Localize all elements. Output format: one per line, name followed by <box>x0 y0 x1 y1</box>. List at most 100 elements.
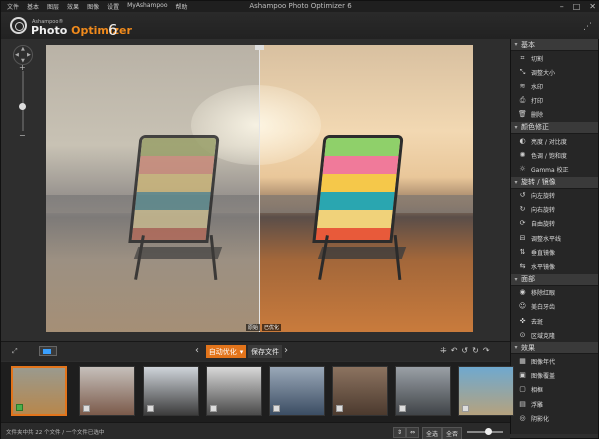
thumbnail[interactable] <box>143 366 199 416</box>
menu-item[interactable]: 图像 <box>87 2 99 11</box>
checkbox-icon[interactable] <box>83 405 90 412</box>
thumbnail[interactable] <box>395 366 451 416</box>
beach-chair-optimized <box>308 135 408 281</box>
menu-item[interactable]: 效果 <box>67 2 79 11</box>
compare-divider[interactable] <box>259 45 260 332</box>
thumbnail[interactable] <box>269 366 325 416</box>
tool-item[interactable]: ⇅ 垂直镜像 <box>511 245 598 259</box>
app-logo-icon <box>10 17 27 34</box>
section-title: 颜色修正 <box>521 123 549 132</box>
tool-item[interactable]: ✜ 去斑 <box>511 314 598 328</box>
tool-item[interactable]: ☼ Gamma 校正 <box>511 162 598 176</box>
tool-item[interactable]: ⊙ 区域克隆 <box>511 328 598 342</box>
pan-left-icon[interactable]: ◀ <box>15 52 19 58</box>
chevron-down-icon: ▾ <box>514 275 518 283</box>
section-title: 效果 <box>521 343 535 352</box>
section-header[interactable]: ▾ 旋转 / 镜像 <box>511 176 598 189</box>
chair-back <box>312 135 404 243</box>
checkbox-icon[interactable] <box>462 405 469 412</box>
chair-seat <box>317 247 407 259</box>
menu-item[interactable]: 图层 <box>47 2 59 11</box>
next-image-icon[interactable]: › <box>284 345 288 356</box>
section-title: 面部 <box>521 275 535 284</box>
swap-icon[interactable]: ⇔ <box>406 427 420 438</box>
tool-item[interactable]: ▢ 相框 <box>511 383 598 397</box>
previous-image-icon[interactable]: ‹ <box>195 345 199 356</box>
rotate-right-quick-icon[interactable]: ↻ <box>472 346 479 355</box>
tool-item[interactable]: ◎ 阴影化 <box>511 411 598 425</box>
thumbnail-size-slider[interactable] <box>467 428 503 435</box>
menu-item[interactable]: 设置 <box>107 2 119 11</box>
section-header[interactable]: ▾ 基本 <box>511 39 598 51</box>
checkbox-icon[interactable] <box>210 405 217 412</box>
pan-pad[interactable]: ▲ ▼ ◀ ▶ <box>13 45 33 65</box>
tool-item[interactable]: ⎙ 打印 <box>511 94 598 108</box>
select-all-button[interactable]: 全选 <box>422 427 443 439</box>
menu-item[interactable]: 文件 <box>7 2 19 11</box>
tool-item[interactable]: ⊟ 调整水平线 <box>511 231 598 245</box>
teeth-whiten-icon: ☺ <box>518 302 527 311</box>
checkbox-icon[interactable] <box>16 404 23 411</box>
rotate-left-quick-icon[interactable]: ↺ <box>461 346 468 355</box>
tool-item[interactable]: ⌗ 切割 <box>511 51 598 65</box>
thumbnail[interactable] <box>11 366 67 416</box>
tool-item[interactable]: ▣ 图像覆盖 <box>511 369 598 383</box>
tools-panel: ▾ 基本 ⌗ 切割 ⤡ 调整大小 ≋ 水印 ⎙ 打印 🗑 删除 ▾ 颜色修正 ◐ 亮度 / 对比度 ✺ 色调 / … <box>510 39 598 434</box>
section-title: 基本 <box>521 40 535 49</box>
tool-item[interactable]: ⤡ 调整大小 <box>511 65 598 79</box>
section-header[interactable]: ▾ 颜色修正 <box>511 121 598 134</box>
section-header[interactable]: ▾ 效果 <box>511 342 598 355</box>
tool-item[interactable]: ☺ 美白牙齿 <box>511 300 598 314</box>
tool-item[interactable]: ↻ 向右旋转 <box>511 203 598 217</box>
tool-item[interactable]: ▤ 浮雕 <box>511 397 598 411</box>
tool-item[interactable]: ✺ 色调 / 饱和度 <box>511 148 598 162</box>
tool-item[interactable]: ⇆ 水平镜像 <box>511 259 598 273</box>
rotate-right-icon: ↻ <box>519 205 526 214</box>
tool-item[interactable]: ≋ 水印 <box>511 79 598 93</box>
minimize-icon[interactable]: – <box>560 2 564 11</box>
tool-item[interactable]: ◉ 移除红眼 <box>511 286 598 300</box>
save-file-button[interactable]: 保存文件 <box>248 345 282 358</box>
tool-label: 美白牙齿 <box>531 304 556 312</box>
checkbox-icon[interactable] <box>273 405 280 412</box>
select-tool-icon[interactable]: ⁜ <box>440 346 447 355</box>
thumbnail[interactable] <box>206 366 262 416</box>
close-icon[interactable]: ✕ <box>589 2 596 11</box>
zoom-out-icon[interactable]: − <box>19 131 26 140</box>
section-header[interactable]: ▾ 面部 <box>511 273 598 286</box>
pan-right-icon[interactable]: ▶ <box>27 52 31 58</box>
tool-item[interactable]: ◐ 亮度 / 对比度 <box>511 134 598 148</box>
thumbnail[interactable] <box>458 366 514 416</box>
sort-icon[interactable]: ⇕ <box>393 427 407 438</box>
product-name-part1: Photo <box>31 24 72 37</box>
select-none-button[interactable]: 全否 <box>442 427 463 439</box>
menu-item[interactable]: 基本 <box>27 2 39 11</box>
compare-divider-handle[interactable] <box>255 45 264 50</box>
tool-item[interactable]: ↺ 向左旋转 <box>511 189 598 203</box>
tool-item[interactable]: 🗑 删除 <box>511 108 598 122</box>
fullscreen-icon[interactable]: ⤢ <box>12 347 18 356</box>
zoom-slider-knob[interactable] <box>19 103 26 110</box>
redo-icon[interactable]: ↷ <box>483 346 490 355</box>
undo-icon[interactable]: ↶ <box>451 346 458 355</box>
tool-item[interactable]: ⟳ 自由旋转 <box>511 217 598 231</box>
thumbnail[interactable] <box>332 366 388 416</box>
dropdown-icon[interactable]: ▾ <box>240 348 244 356</box>
auto-optimize-button[interactable]: 自动优化 ▾ <box>206 345 246 358</box>
navigation-tools: ▲ ▼ ◀ ▶ + − <box>11 45 35 335</box>
pan-up-icon[interactable]: ▲ <box>21 46 25 52</box>
checkbox-icon[interactable] <box>336 405 343 412</box>
image-preview[interactable]: 原始 已优化 <box>46 45 473 332</box>
tool-item[interactable]: ▦ 图像年代 <box>511 354 598 368</box>
thumbnail[interactable] <box>79 366 135 416</box>
maximize-icon[interactable]: □ <box>573 2 581 11</box>
menu-item[interactable]: MyAshampoo <box>127 2 167 11</box>
tool-label: 打印 <box>531 98 544 106</box>
compare-toggle[interactable] <box>39 346 57 356</box>
checkbox-icon[interactable] <box>399 405 406 412</box>
menu-item[interactable]: 帮助 <box>176 2 188 11</box>
checkbox-icon[interactable] <box>147 405 154 412</box>
zoom-slider[interactable] <box>22 71 24 131</box>
share-icon[interactable]: ⋰ <box>583 22 592 32</box>
tool-label: Gamma 校正 <box>531 166 569 174</box>
